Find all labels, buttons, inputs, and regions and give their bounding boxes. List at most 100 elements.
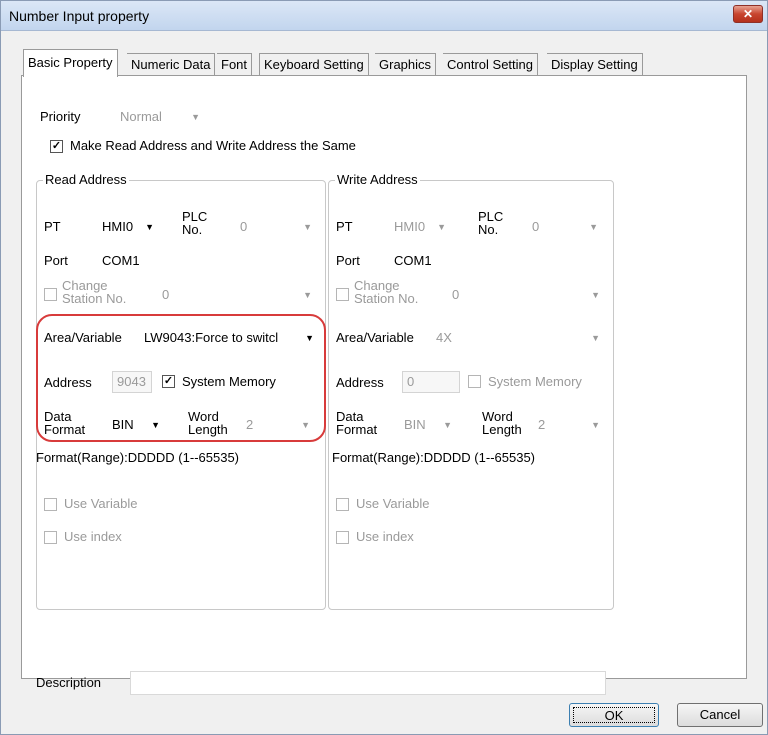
write-plc-value: 0 <box>532 219 540 234</box>
chevron-down-icon: ▼ <box>591 290 600 300</box>
read-station-label-line2: Station No. <box>62 291 127 306</box>
write-area-select[interactable]: 4X ▼ <box>432 327 604 349</box>
write-pt-value: HMI0 <box>394 219 426 234</box>
chevron-down-icon: ▼ <box>191 112 200 122</box>
read-plc-select[interactable]: 0 ▼ <box>236 216 316 238</box>
write-system-memory-label: System Memory <box>488 374 582 389</box>
read-use-index-label: Use index <box>64 529 122 544</box>
cancel-button[interactable]: Cancel <box>677 703 763 727</box>
read-station-value: 0 <box>162 287 170 302</box>
read-data-format-value: BIN <box>112 417 134 432</box>
read-address-title: Read Address <box>43 172 129 187</box>
read-pt-label: PT <box>44 219 61 234</box>
write-port-label: Port <box>336 253 360 268</box>
description-input[interactable] <box>130 671 606 695</box>
tab-keyboard-setting[interactable]: Keyboard Setting <box>259 53 369 76</box>
write-pt-select[interactable]: HMI0 ▼ <box>390 216 450 238</box>
write-word-length-select[interactable]: 2 ▼ <box>534 414 604 436</box>
close-icon: ✕ <box>742 7 754 21</box>
write-system-memory-checkbox[interactable] <box>468 375 481 388</box>
write-data-label-line2: Format <box>336 422 378 437</box>
read-format-range: Format(Range):DDDDD (1--65535) <box>36 450 239 465</box>
write-address-label: Address <box>336 375 384 390</box>
write-data-format-label: Data Format <box>336 410 377 436</box>
chevron-down-icon: ▼ <box>151 420 160 430</box>
read-data-format-select[interactable]: BIN ▼ <box>108 414 164 436</box>
priority-value: Normal <box>120 109 162 124</box>
chevron-down-icon: ▼ <box>303 222 312 232</box>
read-data-format-label: Data Format <box>44 410 85 436</box>
write-station-label-line2: Station No. <box>354 291 419 306</box>
write-station-select[interactable]: 0 ▼ <box>448 284 604 306</box>
chevron-down-icon: ▼ <box>301 420 310 430</box>
tab-numeric-data[interactable]: Numeric Data <box>127 53 216 76</box>
read-plc-label-line2: No. <box>182 222 203 237</box>
chevron-down-icon: ▼ <box>591 420 600 430</box>
write-plc-label-line2: No. <box>478 222 499 237</box>
read-system-memory-checkbox[interactable]: ✓ <box>162 375 175 388</box>
same-address-label: Make Read Address and Write Address the … <box>70 138 356 153</box>
read-port-label: Port <box>44 253 68 268</box>
ok-button-label: OK <box>573 707 655 723</box>
write-change-station-label: Change Station No. <box>354 279 418 305</box>
priority-label: Priority <box>40 109 81 124</box>
write-word-length-label: Word Length <box>482 410 522 436</box>
chevron-down-icon: ▼ <box>303 290 312 300</box>
tab-basic-property[interactable]: Basic Property <box>23 49 118 77</box>
write-word-length-value: 2 <box>538 417 546 432</box>
chevron-down-icon: ▼ <box>591 333 600 343</box>
read-word-length-value: 2 <box>246 417 254 432</box>
read-plc-label: PLC No. <box>182 210 207 236</box>
ok-button[interactable]: OK <box>569 703 659 727</box>
read-word-length-select[interactable]: 2 ▼ <box>242 414 314 436</box>
write-address-group: Write Address <box>328 172 614 610</box>
write-area-value: 4X <box>436 330 452 345</box>
tab-graphics[interactable]: Graphics <box>375 53 437 76</box>
read-change-station-checkbox[interactable] <box>44 288 57 301</box>
window-title: Number Input property <box>9 8 150 24</box>
write-word-label-line2: Length <box>482 422 522 437</box>
chevron-down-icon: ▼ <box>589 222 598 232</box>
read-area-value: LW9043:Force to switcl <box>144 330 279 345</box>
chevron-down-icon: ▼ <box>305 333 314 343</box>
write-address-input[interactable]: 0 <box>402 371 460 393</box>
write-format-range: Format(Range):DDDDD (1--65535) <box>332 450 535 465</box>
tab-panel-basic-property: Priority Normal ▼ ✓ Make Read Address an… <box>21 75 747 695</box>
chevron-down-icon: ▼ <box>437 222 446 232</box>
write-use-variable-checkbox[interactable] <box>336 498 349 511</box>
read-pt-value: HMI0 <box>102 219 134 234</box>
write-use-variable-label: Use Variable <box>356 496 430 511</box>
read-area-select[interactable]: LW9043:Force to switcl ▼ <box>140 327 318 349</box>
chevron-down-icon: ▼ <box>145 222 154 232</box>
write-area-label: Area/Variable <box>336 330 414 345</box>
close-button[interactable]: ✕ <box>733 5 763 23</box>
dialog-window: Number Input property ✕ Basic Property N… <box>0 0 768 735</box>
tab-control-setting[interactable]: Control Setting <box>443 53 538 76</box>
read-plc-value: 0 <box>240 219 248 234</box>
write-use-index-label: Use index <box>356 529 414 544</box>
write-station-value: 0 <box>452 287 460 302</box>
priority-select[interactable]: Normal ▼ <box>116 106 204 128</box>
read-address-label: Address <box>44 375 92 390</box>
read-use-index-checkbox[interactable] <box>44 531 57 544</box>
read-pt-select[interactable]: HMI0 ▼ <box>98 216 158 238</box>
write-plc-label: PLC No. <box>478 210 503 236</box>
read-system-memory-label: System Memory <box>182 374 276 389</box>
read-station-select[interactable]: 0 ▼ <box>158 284 316 306</box>
tab-font[interactable]: Font <box>217 53 253 76</box>
description-label: Description <box>36 675 102 690</box>
same-address-checkbox[interactable]: ✓ <box>50 140 63 153</box>
write-address-title: Write Address <box>335 172 420 187</box>
chevron-down-icon: ▼ <box>443 420 452 430</box>
write-use-index-checkbox[interactable] <box>336 531 349 544</box>
write-plc-select[interactable]: 0 ▼ <box>528 216 602 238</box>
tab-display-setting[interactable]: Display Setting <box>547 53 643 76</box>
read-use-variable-checkbox[interactable] <box>44 498 57 511</box>
write-change-station-checkbox[interactable] <box>336 288 349 301</box>
read-use-variable-label: Use Variable <box>64 496 138 511</box>
read-port-value: COM1 <box>102 253 140 268</box>
read-area-label: Area/Variable <box>44 330 122 345</box>
write-data-format-select[interactable]: BIN ▼ <box>400 414 456 436</box>
read-address-input[interactable]: 9043 <box>112 371 152 393</box>
write-port-value: COM1 <box>394 253 432 268</box>
